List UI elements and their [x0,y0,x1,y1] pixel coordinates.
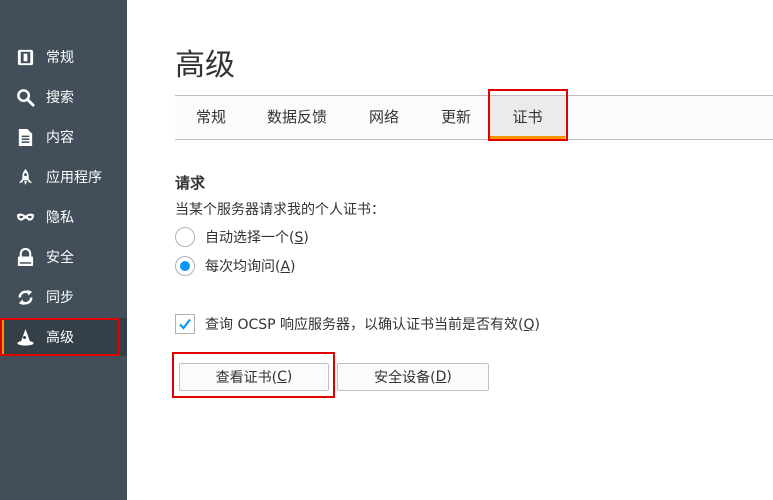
sidebar-item-label: 隐私 [46,210,74,226]
sidebar-item-label: 高级 [46,330,74,346]
sidebar: 常规 搜索 内容 应用程序 隐私 安全 同步 高级 [0,0,127,500]
view-certificates-button[interactable]: 查看证书(C) [179,363,329,391]
ocsp-checkbox[interactable] [175,314,195,334]
sidebar-item-label: 同步 [46,290,74,306]
sidebar-item-applications[interactable]: 应用程序 [0,158,127,196]
sidebar-item-label: 搜索 [46,90,74,106]
search-icon [15,87,35,107]
sidebar-item-label: 应用程序 [46,170,102,186]
radio-auto-select[interactable]: 自动选择一个(S) [175,226,309,248]
page-title: 高级 [175,48,235,83]
tab-bar: 常规 数据反馈 网络 更新 证书 [175,95,773,140]
radio-button[interactable] [175,227,195,247]
sidebar-item-label: 内容 [46,130,74,146]
tab-general[interactable]: 常规 [175,96,247,139]
tab-data-choices[interactable]: 数据反馈 [256,96,338,139]
tab-network[interactable]: 网络 [351,96,417,139]
sidebar-item-general[interactable]: 常规 [0,38,127,76]
request-heading: 请求 [175,174,206,192]
sync-icon [15,287,35,307]
mask-icon [15,207,35,227]
tab-certificates[interactable]: 证书 [490,96,565,139]
radio-ask-every-time[interactable]: 每次均询问(A) [175,255,296,277]
ocsp-label: 查询 OCSP 响应服务器，以确认证书当前是否有效(Q) [205,317,540,333]
general-icon [15,47,35,67]
tab-update[interactable]: 更新 [425,96,487,139]
radio-label: 每次均询问(A) [205,259,296,275]
radio-button-checked[interactable] [175,256,195,276]
security-devices-button[interactable]: 安全设备(D) [337,363,489,391]
sidebar-item-content[interactable]: 内容 [0,118,127,156]
request-description: 当某个服务器请求我的个人证书： [175,202,385,218]
document-icon [15,127,35,147]
sidebar-item-privacy[interactable]: 隐私 [0,198,127,236]
radio-dot [180,261,190,271]
checkmark-icon [179,318,191,330]
rocket-icon [15,167,35,187]
sidebar-item-security[interactable]: 安全 [0,238,127,276]
sidebar-item-label: 安全 [46,250,74,266]
sidebar-item-label: 常规 [46,50,74,66]
ocsp-checkbox-row[interactable]: 查询 OCSP 响应服务器，以确认证书当前是否有效(Q) [175,313,540,335]
sidebar-item-advanced[interactable]: 高级 [0,318,127,356]
radio-label: 自动选择一个(S) [205,230,309,246]
wizard-hat-icon [15,327,35,347]
sidebar-item-search[interactable]: 搜索 [0,78,127,116]
sidebar-item-sync[interactable]: 同步 [0,278,127,316]
lock-icon [15,247,35,267]
